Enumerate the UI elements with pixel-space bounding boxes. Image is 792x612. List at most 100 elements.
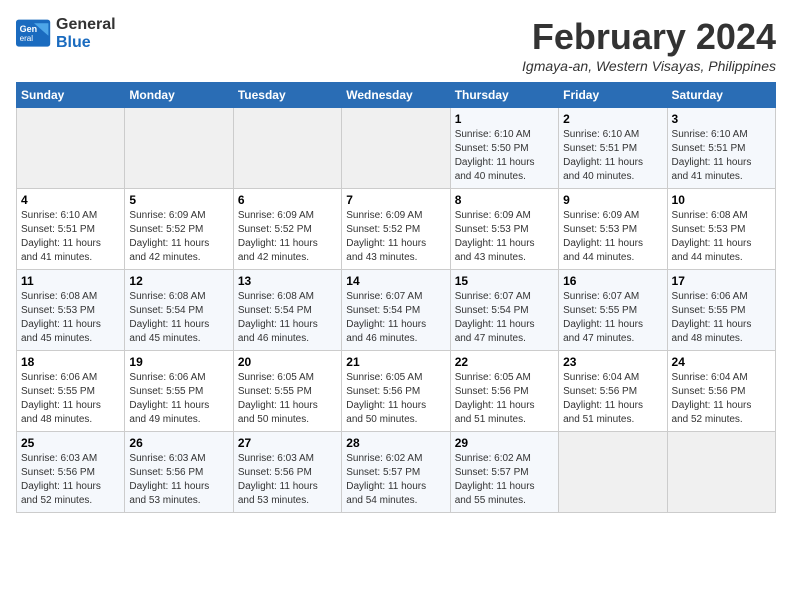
day-number: 20	[238, 355, 337, 369]
day-number: 17	[672, 274, 771, 288]
day-info: Sunrise: 6:06 AM Sunset: 5:55 PM Dayligh…	[672, 290, 771, 346]
day-number: 24	[672, 355, 771, 369]
calendar-cell: 10 Sunrise: 6:08 AM Sunset: 5:53 PM Dayli…	[667, 189, 775, 270]
calendar-header-row: SundayMondayTuesdayWednesdayThursdayFrid…	[17, 83, 776, 108]
day-info: Sunrise: 6:09 AM Sunset: 5:53 PM Dayligh…	[455, 209, 554, 265]
calendar-cell: 20Sunrise: 6:05 AM Sunset: 5:55 PM Dayli…	[233, 351, 341, 432]
day-info: Sunrise: 6:08 AM Sunset: 5:54 PM Dayligh…	[238, 290, 337, 346]
calendar-cell: 25 Sunrise: 6:03 AM Sunset: 5:56 PM Dayli…	[17, 432, 125, 513]
day-number: 12	[129, 274, 228, 288]
day-number: 1	[455, 112, 554, 126]
day-number: 13	[238, 274, 337, 288]
calendar-cell: 15 Sunrise: 6:07 AM Sunset: 5:54 PM Dayli…	[450, 270, 558, 351]
calendar-cell: 23 Sunrise: 6:04 AM Sunset: 5:56 PM Dayli…	[559, 351, 667, 432]
day-number: 4	[21, 193, 120, 207]
day-number: 22	[455, 355, 554, 369]
calendar-cell: 17 Sunrise: 6:06 AM Sunset: 5:55 PM Dayli…	[667, 270, 775, 351]
calendar-body: 1 Sunrise: 6:10 AM Sunset: 5:50 PM Daylig…	[17, 108, 776, 513]
header-day-saturday: Saturday	[667, 83, 775, 108]
logo: Gen eral General Blue	[16, 16, 116, 52]
calendar-cell: 1 Sunrise: 6:10 AM Sunset: 5:50 PM Daylig…	[450, 108, 558, 189]
header-day-tuesday: Tuesday	[233, 83, 341, 108]
calendar-cell	[233, 108, 341, 189]
day-info: Sunrise: 6:03 AM Sunset: 5:56 PM Dayligh…	[129, 452, 228, 508]
calendar-week-row: 18 Sunrise: 6:06 AM Sunset: 5:55 PM Dayli…	[17, 351, 776, 432]
day-number: 27	[238, 436, 337, 450]
calendar-cell: 18Sunrise: 6:06 AM Sunset: 5:55 PM Dayli…	[17, 351, 125, 432]
svg-text:eral: eral	[20, 34, 34, 43]
header-day-wednesday: Wednesday	[342, 83, 450, 108]
day-info: Sunrise: 6:04 AM Sunset: 5:56 PM Dayligh…	[563, 371, 662, 427]
logo-text: General Blue	[56, 16, 116, 52]
day-number: 11	[21, 274, 120, 288]
header-day-thursday: Thursday	[450, 83, 558, 108]
calendar-cell: 13 Sunrise: 6:08 AM Sunset: 5:54 PM Dayli…	[233, 270, 341, 351]
calendar-cell: 7 Sunrise: 6:09 AM Sunset: 5:52 PM Daylig…	[342, 189, 450, 270]
day-info: Sunrise: 6:09 AM Sunset: 5:52 PM Dayligh…	[346, 209, 445, 265]
day-info: Sunrise: 6:09 AM Sunset: 5:53 PM Dayligh…	[563, 209, 662, 265]
calendar-cell: 2 Sunrise: 6:10 AM Sunset: 5:51 PM Daylig…	[559, 108, 667, 189]
title-area: February 2024 Igmaya-an, Western Visayas…	[522, 16, 776, 74]
day-info: Sunrise: 6:08 AM Sunset: 5:53 PM Dayligh…	[672, 209, 771, 265]
calendar-cell: 11 Sunrise: 6:08 AM Sunset: 5:53 PM Dayli…	[17, 270, 125, 351]
calendar-week-row: 1 Sunrise: 6:10 AM Sunset: 5:50 PM Daylig…	[17, 108, 776, 189]
calendar-table: SundayMondayTuesdayWednesdayThursdayFrid…	[16, 82, 776, 513]
calendar-week-row: 4 Sunrise: 6:10 AM Sunset: 5:51 PM Daylig…	[17, 189, 776, 270]
day-number: 21	[346, 355, 445, 369]
page-header: Gen eral General Blue February 2024 Igma…	[16, 16, 776, 74]
calendar-week-row: 11 Sunrise: 6:08 AM Sunset: 5:53 PM Dayli…	[17, 270, 776, 351]
day-number: 19	[129, 355, 228, 369]
day-info: Sunrise: 6:10 AM Sunset: 5:51 PM Dayligh…	[21, 209, 120, 265]
day-number: 26	[129, 436, 228, 450]
calendar-cell: 19 Sunrise: 6:06 AM Sunset: 5:55 PM Dayli…	[125, 351, 233, 432]
day-info: Sunrise: 6:03 AM Sunset: 5:56 PM Dayligh…	[21, 452, 120, 508]
day-info: Sunrise: 6:04 AM Sunset: 5:56 PM Dayligh…	[672, 371, 771, 427]
calendar-cell: 27 Sunrise: 6:03 AM Sunset: 5:56 PM Dayli…	[233, 432, 341, 513]
calendar-cell: 14Sunrise: 6:07 AM Sunset: 5:54 PM Dayli…	[342, 270, 450, 351]
day-info: Sunrise: 6:05 AM Sunset: 5:56 PM Dayligh…	[346, 371, 445, 427]
calendar-cell	[17, 108, 125, 189]
day-info: Sunrise: 6:10 AM Sunset: 5:51 PM Dayligh…	[563, 128, 662, 184]
calendar-cell: 5Sunrise: 6:09 AM Sunset: 5:52 PM Daylig…	[125, 189, 233, 270]
header-day-friday: Friday	[559, 83, 667, 108]
day-info: Sunrise: 6:10 AM Sunset: 5:50 PM Dayligh…	[455, 128, 554, 184]
header-day-sunday: Sunday	[17, 83, 125, 108]
calendar-cell: 12Sunrise: 6:08 AM Sunset: 5:54 PM Dayli…	[125, 270, 233, 351]
calendar-cell: 4 Sunrise: 6:10 AM Sunset: 5:51 PM Daylig…	[17, 189, 125, 270]
day-info: Sunrise: 6:05 AM Sunset: 5:56 PM Dayligh…	[455, 371, 554, 427]
day-info: Sunrise: 6:03 AM Sunset: 5:56 PM Dayligh…	[238, 452, 337, 508]
calendar-week-row: 25 Sunrise: 6:03 AM Sunset: 5:56 PM Dayli…	[17, 432, 776, 513]
calendar-cell: 26 Sunrise: 6:03 AM Sunset: 5:56 PM Dayli…	[125, 432, 233, 513]
day-info: Sunrise: 6:07 AM Sunset: 5:54 PM Dayligh…	[455, 290, 554, 346]
calendar-cell	[667, 432, 775, 513]
day-number: 3	[672, 112, 771, 126]
day-number: 23	[563, 355, 662, 369]
day-info: Sunrise: 6:07 AM Sunset: 5:54 PM Dayligh…	[346, 290, 445, 346]
day-number: 8	[455, 193, 554, 207]
calendar-cell: 3Sunrise: 6:10 AM Sunset: 5:51 PM Daylig…	[667, 108, 775, 189]
day-number: 15	[455, 274, 554, 288]
day-number: 7	[346, 193, 445, 207]
day-number: 28	[346, 436, 445, 450]
day-info: Sunrise: 6:09 AM Sunset: 5:52 PM Dayligh…	[238, 209, 337, 265]
day-number: 9	[563, 193, 662, 207]
calendar-cell: 28 Sunrise: 6:02 AM Sunset: 5:57 PM Dayli…	[342, 432, 450, 513]
day-number: 16	[563, 274, 662, 288]
header-day-monday: Monday	[125, 83, 233, 108]
day-number: 2	[563, 112, 662, 126]
calendar-cell: 29Sunrise: 6:02 AM Sunset: 5:57 PM Dayli…	[450, 432, 558, 513]
calendar-cell: 16Sunrise: 6:07 AM Sunset: 5:55 PM Dayli…	[559, 270, 667, 351]
day-info: Sunrise: 6:02 AM Sunset: 5:57 PM Dayligh…	[346, 452, 445, 508]
calendar-cell: 8 Sunrise: 6:09 AM Sunset: 5:53 PM Daylig…	[450, 189, 558, 270]
day-number: 10	[672, 193, 771, 207]
calendar-cell: 21 Sunrise: 6:05 AM Sunset: 5:56 PM Dayli…	[342, 351, 450, 432]
calendar-cell	[125, 108, 233, 189]
day-number: 18	[21, 355, 120, 369]
day-info: Sunrise: 6:08 AM Sunset: 5:53 PM Dayligh…	[21, 290, 120, 346]
calendar-cell: 22 Sunrise: 6:05 AM Sunset: 5:56 PM Dayli…	[450, 351, 558, 432]
location-subtitle: Igmaya-an, Western Visayas, Philippines	[522, 58, 776, 74]
month-year-title: February 2024	[522, 16, 776, 58]
day-info: Sunrise: 6:06 AM Sunset: 5:55 PM Dayligh…	[129, 371, 228, 427]
day-number: 25	[21, 436, 120, 450]
day-number: 29	[455, 436, 554, 450]
